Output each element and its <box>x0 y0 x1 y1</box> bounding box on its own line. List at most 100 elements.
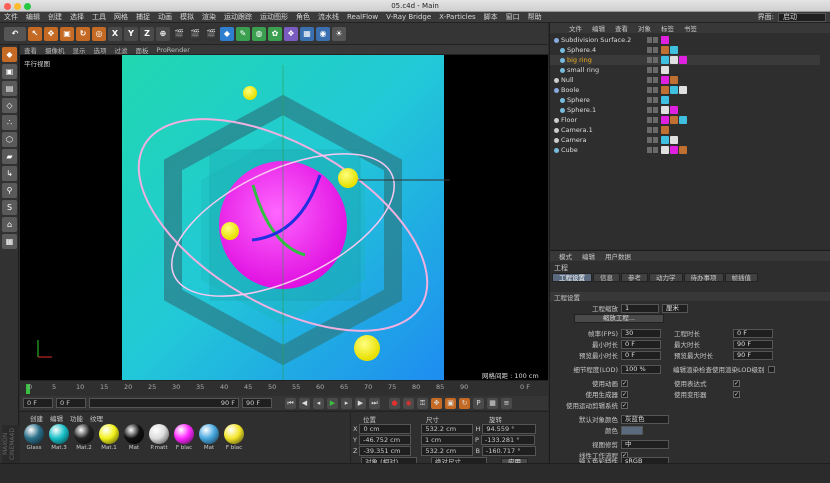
recent-tool-icon[interactable]: ◎ <box>92 26 106 41</box>
mat-menu-edit[interactable]: 编辑 <box>50 413 63 423</box>
visibility-flags[interactable] <box>647 127 658 133</box>
menu-motion-tracking[interactable]: 运动跟踪 <box>220 12 256 22</box>
object-row[interactable]: Camera.1 <box>550 125 820 135</box>
go-end-icon[interactable]: ⏭ <box>369 397 380 409</box>
visibility-flags[interactable] <box>647 37 658 43</box>
material-item[interactable]: Mat.2 <box>73 424 95 451</box>
vp-menu-options[interactable]: 选项 <box>90 45 111 55</box>
project-scale-unit[interactable]: 厘米 <box>662 303 688 313</box>
om-menu-tags[interactable]: 标签 <box>656 23 679 33</box>
use-generators-checkbox[interactable]: ✓ <box>621 390 628 398</box>
cloner-icon[interactable]: ✿ <box>268 26 282 41</box>
object-tags[interactable] <box>661 66 669 74</box>
menu-simulate[interactable]: 模拟 <box>176 12 198 22</box>
tag-icon[interactable] <box>661 36 669 44</box>
am-menu-edit[interactable]: 编辑 <box>577 251 600 261</box>
menu-realflow[interactable]: RealFlow <box>343 13 382 21</box>
current-frame-field[interactable]: 0 F <box>23 398 53 408</box>
visibility-flags[interactable] <box>647 87 658 93</box>
tag-icon[interactable] <box>670 76 678 84</box>
rotate-icon[interactable]: ↻ <box>76 26 90 41</box>
key-rotation-icon[interactable]: ↻ <box>459 397 470 409</box>
visibility-flags[interactable] <box>647 57 658 63</box>
material-item[interactable]: Mat.3 <box>48 424 70 451</box>
tab-todo[interactable]: 待办事项 <box>683 273 724 282</box>
am-menu-userdata[interactable]: 用户数据 <box>600 251 636 261</box>
visibility-flags[interactable] <box>647 107 658 113</box>
deformer-icon[interactable]: ❖ <box>284 26 298 41</box>
axis-x-button[interactable]: X <box>108 26 122 41</box>
object-tags[interactable] <box>661 126 669 134</box>
object-tags[interactable] <box>661 146 687 154</box>
select-icon[interactable]: ↖ <box>28 26 42 41</box>
snap-icon[interactable]: S <box>2 200 17 215</box>
tag-icon[interactable] <box>661 56 669 64</box>
object-tags[interactable] <box>661 46 678 54</box>
material-item[interactable]: Mat.1 <box>98 424 120 451</box>
object-row[interactable]: Boole <box>550 85 820 95</box>
material-item[interactable]: F blac <box>173 424 195 451</box>
tweak-icon[interactable]: ⚲ <box>2 183 17 198</box>
use-expressions-checkbox[interactable]: ✓ <box>733 379 740 387</box>
object-row[interactable]: Camera <box>550 135 820 145</box>
scale-icon[interactable]: ▣ <box>60 26 74 41</box>
minimize-icon[interactable] <box>14 3 21 10</box>
menu-file[interactable]: 文件 <box>0 12 22 22</box>
object-row[interactable]: Null <box>550 75 820 85</box>
tag-icon[interactable] <box>661 46 669 54</box>
rot-p-field[interactable]: -133.281 ° <box>480 435 535 445</box>
om-menu-edit[interactable]: 编辑 <box>587 23 610 33</box>
menu-mesh[interactable]: 网格 <box>110 12 132 22</box>
menu-xparticles[interactable]: X-Particles <box>435 13 479 21</box>
use-deformers-checkbox[interactable]: ✓ <box>733 390 740 398</box>
timeline-menu-icon[interactable]: ≡ <box>501 397 512 409</box>
tab-reference[interactable]: 参考 <box>621 273 648 282</box>
material-item[interactable]: Mat <box>123 424 145 451</box>
key-param-icon[interactable]: P <box>473 397 484 409</box>
fps-field[interactable]: 30 <box>621 328 661 338</box>
object-row[interactable]: big ring <box>550 55 820 65</box>
menu-create[interactable]: 创建 <box>44 12 66 22</box>
pos-y-field[interactable]: -46.752 cm <box>358 435 411 445</box>
tab-dynamics[interactable]: 动力学 <box>649 273 683 282</box>
tag-icon[interactable] <box>670 56 678 64</box>
project-time-field[interactable]: 0 F <box>733 328 773 338</box>
tab-info[interactable]: 信息 <box>593 273 620 282</box>
go-start-icon[interactable]: ⏮ <box>285 397 296 409</box>
visibility-flags[interactable] <box>647 117 658 123</box>
om-menu-view[interactable]: 查看 <box>610 23 633 33</box>
use-motion-system-checkbox[interactable]: ✓ <box>621 401 628 409</box>
keyframe-icon[interactable]: ⚿ <box>417 397 428 409</box>
scale-project-button[interactable]: 缩放工程... <box>574 314 664 323</box>
render-view-icon[interactable]: 🎬 <box>172 26 186 41</box>
tag-icon[interactable] <box>661 66 669 74</box>
interface-select[interactable]: 启动 <box>778 12 826 22</box>
object-tags[interactable] <box>661 56 687 64</box>
move-icon[interactable]: ✥ <box>44 26 58 41</box>
menu-vray[interactable]: V-Ray Bridge <box>382 13 435 21</box>
object-row[interactable]: small ring <box>550 65 820 75</box>
locked-workplane-icon[interactable]: ⌂ <box>2 217 17 232</box>
model-mode-icon[interactable]: ▣ <box>2 64 17 79</box>
object-row[interactable]: Sphere <box>550 95 820 105</box>
axis-y-button[interactable]: Y <box>124 26 138 41</box>
visibility-flags[interactable] <box>647 77 658 83</box>
vp-menu-camera[interactable]: 摄像机 <box>41 45 69 55</box>
polygons-mode-icon[interactable]: ▰ <box>2 149 17 164</box>
play-icon[interactable]: ▶ <box>327 397 338 409</box>
axis-mode-icon[interactable]: ↳ <box>2 166 17 181</box>
menu-edit[interactable]: 编辑 <box>22 12 44 22</box>
prev-frame-icon[interactable]: ◂ <box>313 397 324 409</box>
next-frame-icon[interactable]: ▸ <box>341 397 352 409</box>
timeline[interactable]: 0 5 10 15 20 25 30 35 40 45 50 55 60 65 … <box>20 380 548 396</box>
menu-character[interactable]: 角色 <box>292 12 314 22</box>
tag-icon[interactable] <box>661 126 669 134</box>
visibility-flags[interactable] <box>647 137 658 143</box>
rot-h-field[interactable]: 94.559 ° <box>482 424 537 434</box>
close-icon[interactable] <box>4 3 11 10</box>
object-row[interactable]: Floor <box>550 115 820 125</box>
menu-script[interactable]: 脚本 <box>480 12 502 22</box>
menu-render[interactable]: 渲染 <box>198 12 220 22</box>
key-scale-icon[interactable]: ▣ <box>445 397 456 409</box>
object-row[interactable]: Sphere.4 <box>550 45 820 55</box>
